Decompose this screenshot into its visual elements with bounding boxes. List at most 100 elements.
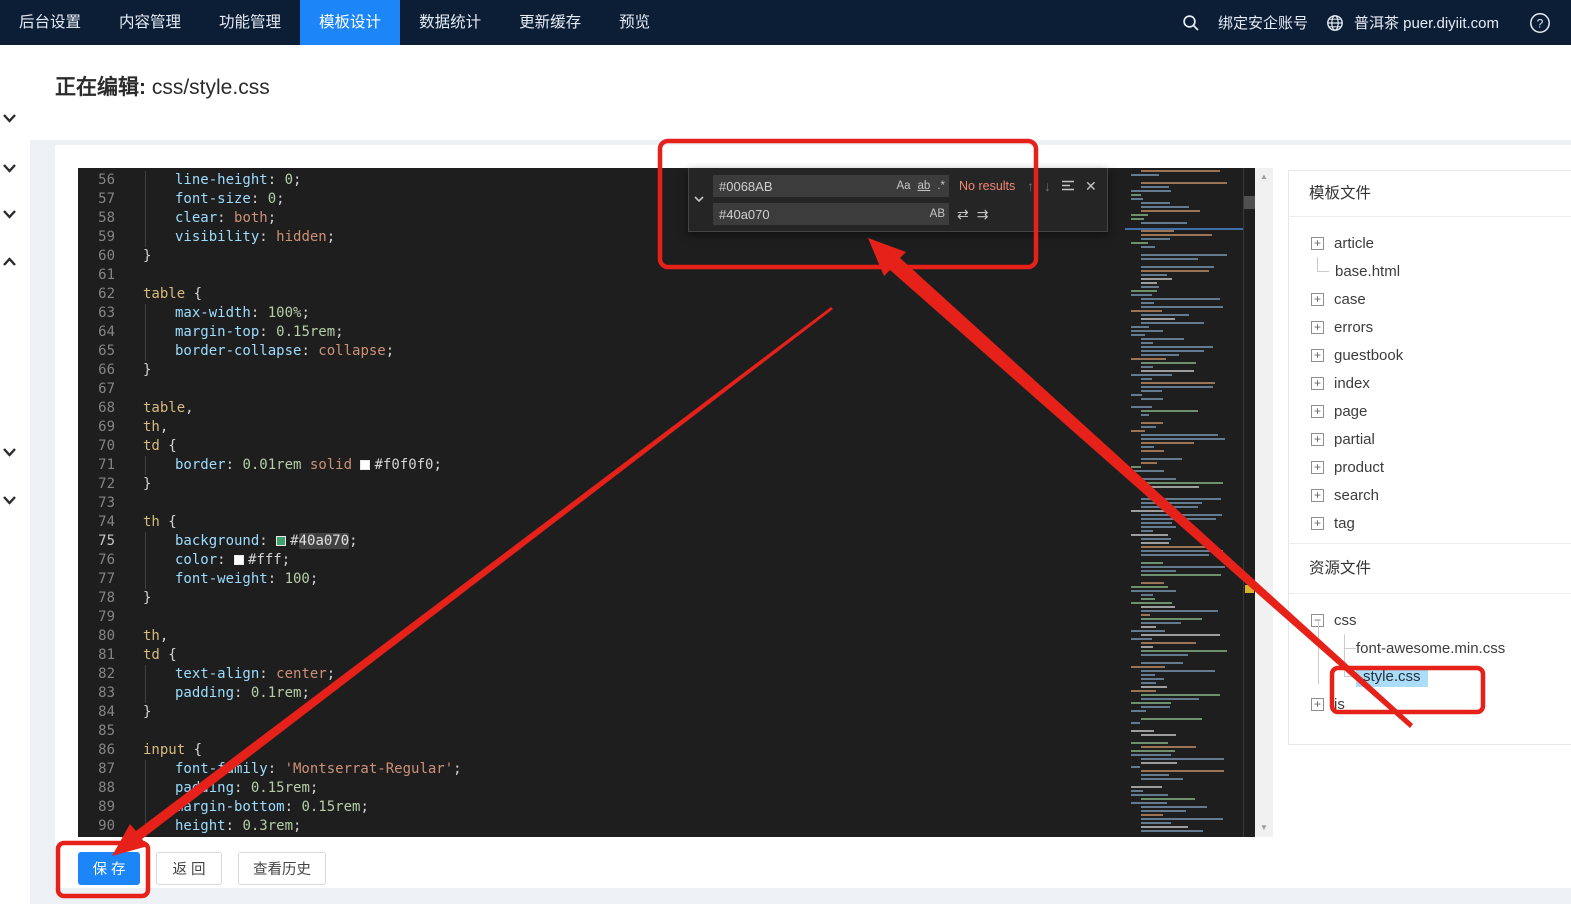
- scroll-down-arrow[interactable]: ▼: [1255, 823, 1273, 833]
- code-line[interactable]: 69 th,: [78, 418, 1118, 437]
- code-line[interactable]: 70 td {: [78, 437, 1118, 456]
- outer-scrollbar[interactable]: ▲ ▼: [1255, 168, 1273, 837]
- file-tree-item-page[interactable]: + page: [1289, 397, 1571, 425]
- chevron-down-icon[interactable]: [2, 445, 20, 459]
- save-button[interactable]: 保 存: [78, 852, 140, 885]
- code-line[interactable]: 71 border: 0.01rem solid #f0f0f0;: [78, 456, 1118, 475]
- expand-icon[interactable]: +: [1311, 488, 1324, 502]
- file-tree-item-case[interactable]: + case: [1289, 285, 1571, 313]
- code-line[interactable]: 72}: [78, 475, 1118, 494]
- file-label[interactable]: base.html: [1335, 263, 1400, 280]
- chevron-down-icon[interactable]: [2, 111, 20, 125]
- code-line[interactable]: 63 max-width: 100%;: [78, 304, 1118, 323]
- expand-icon[interactable]: +: [1311, 320, 1324, 334]
- code-line[interactable]: 60}: [78, 247, 1118, 266]
- file-label[interactable]: guestbook: [1334, 347, 1403, 364]
- expand-icon[interactable]: +: [1311, 348, 1324, 362]
- code-editor[interactable]: 56 line-height: 0; 57 font-size: 0; 58 clear:…: [78, 168, 1255, 837]
- file-tree-item-css[interactable]: − css: [1289, 606, 1571, 634]
- file-tree-item-product[interactable]: + product: [1289, 453, 1571, 481]
- nav-tab-item[interactable]: 内容管理: [100, 0, 200, 45]
- replace-input[interactable]: [713, 203, 949, 225]
- chevron-down-icon[interactable]: [2, 161, 20, 175]
- code-line[interactable]: 73: [78, 494, 1118, 513]
- file-label[interactable]: page: [1334, 403, 1367, 420]
- code-line[interactable]: 67: [78, 380, 1118, 399]
- file-label[interactable]: css: [1334, 612, 1357, 629]
- code-line[interactable]: 75 background: #40a070;: [78, 532, 1118, 551]
- file-tree-item-font-awesome-min-css[interactable]: font-awesome.min.css: [1289, 634, 1571, 662]
- file-label[interactable]: case: [1334, 291, 1366, 308]
- chevron-up-icon[interactable]: [2, 255, 20, 269]
- code-line[interactable]: 89 margin-bottom: 0.15rem;: [78, 798, 1118, 817]
- code-line[interactable]: 77 font-weight: 100;: [78, 570, 1118, 589]
- code-line[interactable]: 86 input {: [78, 741, 1118, 760]
- file-tree-item-js[interactable]: + js: [1289, 690, 1571, 718]
- minimap[interactable]: [1125, 168, 1243, 837]
- file-tree-item-article[interactable]: + article: [1289, 229, 1571, 257]
- expand-icon[interactable]: +: [1311, 432, 1324, 446]
- expand-icon[interactable]: +: [1311, 516, 1324, 530]
- scroll-up-arrow[interactable]: ▲: [1255, 172, 1273, 182]
- nav-tab-active[interactable]: 模板设计: [300, 0, 401, 45]
- chevron-down-icon[interactable]: [2, 493, 20, 507]
- code-line[interactable]: 66}: [78, 361, 1118, 380]
- code-line[interactable]: 62 table {: [78, 285, 1118, 304]
- help-icon[interactable]: ?: [1527, 10, 1553, 36]
- code-line[interactable]: 65 border-collapse: collapse;: [78, 342, 1118, 361]
- nav-tab-item[interactable]: 数据统计: [400, 0, 500, 45]
- selected-file-label[interactable]: style.css: [1356, 665, 1428, 687]
- file-label[interactable]: partial: [1334, 431, 1375, 448]
- file-tree-item-index[interactable]: + index: [1289, 369, 1571, 397]
- code-line[interactable]: 79: [78, 608, 1118, 627]
- file-tree-item-partial[interactable]: + partial: [1289, 425, 1571, 453]
- file-label[interactable]: js: [1334, 696, 1345, 713]
- preserve-case-icon[interactable]: AB: [930, 208, 945, 220]
- code-line[interactable]: 83 padding: 0.1rem;: [78, 684, 1118, 703]
- code-line[interactable]: 81 td {: [78, 646, 1118, 665]
- code-line[interactable]: 88 padding: 0.15rem;: [78, 779, 1118, 798]
- whole-word-icon[interactable]: ab: [918, 180, 931, 192]
- bind-account-link[interactable]: 绑定安企账号: [1218, 12, 1308, 33]
- nav-tab-item[interactable]: 后台设置: [0, 0, 100, 45]
- code-line[interactable]: 85: [78, 722, 1118, 741]
- file-label[interactable]: index: [1334, 375, 1370, 392]
- file-tree-item-guestbook[interactable]: + guestbook: [1289, 341, 1571, 369]
- site-domain[interactable]: 普洱茶 puer.diyiit.com: [1354, 12, 1499, 33]
- file-label[interactable]: errors: [1334, 319, 1373, 336]
- file-tree-item-search[interactable]: + search: [1289, 481, 1571, 509]
- code-line[interactable]: 91border: 0.01rem solid #dadada;: [78, 836, 1118, 837]
- code-line[interactable]: 64 margin-top: 0.15rem;: [78, 323, 1118, 342]
- file-tree-item-base-html[interactable]: base.html: [1289, 257, 1571, 285]
- code-line[interactable]: 68 table,: [78, 399, 1118, 418]
- code-line[interactable]: 74th {: [78, 513, 1118, 532]
- file-label[interactable]: tag: [1334, 515, 1355, 532]
- expand-icon[interactable]: +: [1311, 376, 1324, 390]
- file-label[interactable]: product: [1334, 459, 1384, 476]
- file-tree-item-tag[interactable]: + tag: [1289, 509, 1571, 537]
- code-line[interactable]: 87 font-family: 'Montserrat-Regular';: [78, 760, 1118, 779]
- expand-icon[interactable]: +: [1311, 404, 1324, 418]
- code-line[interactable]: 78}: [78, 589, 1118, 608]
- nav-tab-item[interactable]: 预览: [600, 0, 669, 45]
- toggle-replace-icon[interactable]: [692, 192, 708, 208]
- nav-tab-item[interactable]: 功能管理: [200, 0, 300, 45]
- code-line[interactable]: 90 height: 0.3rem;: [78, 817, 1118, 836]
- previous-match-icon[interactable]: ↑: [1027, 175, 1034, 197]
- file-label[interactable]: font-awesome.min.css: [1356, 640, 1505, 657]
- code-line[interactable]: 61: [78, 266, 1118, 285]
- file-label[interactable]: search: [1334, 487, 1379, 504]
- expand-icon[interactable]: +: [1311, 236, 1324, 250]
- chevron-down-icon[interactable]: [2, 207, 20, 221]
- file-tree-item-style-css[interactable]: style.css: [1289, 662, 1571, 690]
- back-button[interactable]: 返 回: [156, 852, 222, 885]
- match-case-icon[interactable]: Aa: [896, 180, 910, 192]
- close-icon[interactable]: ✕: [1085, 175, 1097, 197]
- code-line[interactable]: 76 color: #fff;: [78, 551, 1118, 570]
- expand-icon[interactable]: +: [1311, 460, 1324, 474]
- expand-icon[interactable]: +: [1311, 292, 1324, 306]
- regex-icon[interactable]: .*: [937, 180, 945, 192]
- code-line[interactable]: 84}: [78, 703, 1118, 722]
- file-label[interactable]: article: [1334, 235, 1374, 252]
- file-tree-item-errors[interactable]: + errors: [1289, 313, 1571, 341]
